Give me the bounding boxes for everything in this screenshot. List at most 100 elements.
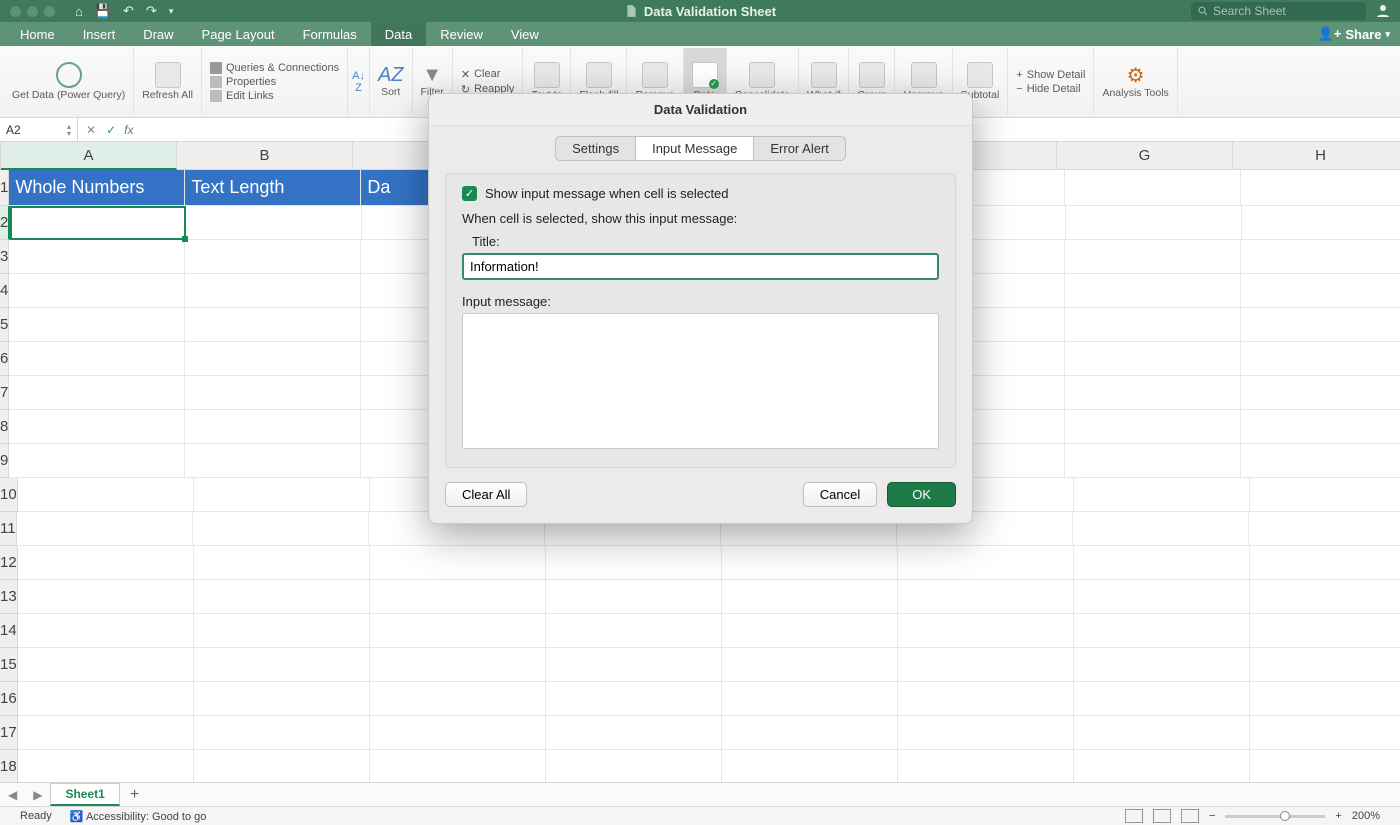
cell[interactable] [10,206,186,240]
ribbon-hide-detail[interactable]: −Hide Detail [1016,82,1080,96]
sheet-nav-next[interactable]: ▶ [25,788,50,802]
cell[interactable] [1250,750,1400,784]
cell[interactable] [1065,444,1241,478]
cell[interactable] [193,512,369,546]
cell[interactable] [1241,342,1400,376]
cell[interactable] [1074,716,1250,750]
cell[interactable] [722,614,898,648]
column-header[interactable]: B [177,142,353,170]
cell[interactable] [185,274,361,308]
cell[interactable] [722,648,898,682]
row-header[interactable]: 18 [0,750,18,784]
row-header[interactable]: 5 [0,308,9,342]
ribbon-clear[interactable]: ✕Clear [461,67,501,82]
cell[interactable] [17,512,193,546]
tab-formulas[interactable]: Formulas [289,22,371,46]
user-avatar-icon[interactable] [1374,2,1392,20]
cell[interactable] [186,206,362,240]
input-message-textarea[interactable] [462,313,939,449]
cell[interactable] [1241,308,1400,342]
cell[interactable] [1250,716,1400,750]
view-normal-icon[interactable] [1125,809,1143,823]
cell[interactable] [722,750,898,784]
row-header[interactable]: 14 [0,614,18,648]
redo-icon[interactable]: ↷ [146,3,157,19]
row-header[interactable]: 11 [0,512,17,546]
row-header[interactable]: 7 [0,376,9,410]
ok-button[interactable]: OK [887,482,956,507]
column-header[interactable]: A [1,142,177,170]
cell[interactable] [1241,274,1400,308]
cell[interactable] [1074,614,1250,648]
tab-draw[interactable]: Draw [129,22,187,46]
cell[interactable] [18,648,194,682]
cell[interactable]: Whole Numbers [9,170,185,206]
cell[interactable] [1074,648,1250,682]
cell[interactable] [370,750,546,784]
cell[interactable] [898,648,1074,682]
cell[interactable] [546,750,722,784]
cell[interactable] [9,376,185,410]
cell[interactable] [194,682,370,716]
ribbon-queries[interactable]: Queries & Connections [210,61,339,75]
row-header[interactable]: 6 [0,342,9,376]
caret-icon[interactable]: ▾ [169,6,174,17]
cell[interactable] [546,682,722,716]
cell[interactable] [194,580,370,614]
cell[interactable] [898,614,1074,648]
cell[interactable] [9,444,185,478]
home-icon[interactable]: ⌂ [75,4,83,19]
ribbon-show-detail[interactable]: +Show Detail [1016,68,1085,82]
row-header[interactable]: 13 [0,580,18,614]
zoom-level[interactable]: 200% [1352,810,1380,822]
cell[interactable] [1066,206,1242,240]
show-input-message-checkbox[interactable]: ✓ Show input message when cell is select… [462,186,939,201]
cell[interactable] [1241,240,1400,274]
cancel-button[interactable]: Cancel [803,482,877,507]
dialog-tab-input-message[interactable]: Input Message [636,137,754,160]
cell[interactable] [18,478,194,512]
row-header[interactable]: 12 [0,546,18,580]
cell[interactable] [194,478,370,512]
cell[interactable] [546,546,722,580]
cell[interactable] [1074,682,1250,716]
view-page-layout-icon[interactable] [1153,809,1171,823]
clear-all-button[interactable]: Clear All [445,482,527,507]
row-header[interactable]: 10 [0,478,18,512]
row-header[interactable]: 16 [0,682,18,716]
ribbon-refresh-all[interactable]: Refresh All [134,48,202,115]
cell[interactable]: Text Length [185,170,361,206]
row-header[interactable]: 8 [0,410,9,444]
cell[interactable] [194,546,370,580]
cell[interactable] [370,716,546,750]
cell[interactable] [1065,308,1241,342]
view-page-break-icon[interactable] [1181,809,1199,823]
cell[interactable] [9,342,185,376]
cell[interactable] [9,410,185,444]
cell[interactable] [185,308,361,342]
name-box[interactable]: A2▴▾ [0,118,78,141]
tab-insert[interactable]: Insert [69,22,130,46]
column-header[interactable]: G [1057,142,1233,170]
add-sheet-button[interactable]: + [120,786,149,804]
cell[interactable] [370,614,546,648]
cell[interactable] [1065,376,1241,410]
cell[interactable] [1065,170,1241,206]
cell[interactable] [1065,410,1241,444]
cell[interactable] [185,410,361,444]
cell[interactable] [18,682,194,716]
cell[interactable] [370,546,546,580]
cell[interactable] [898,546,1074,580]
ribbon-analysis[interactable]: ⚙Analysis Tools [1094,48,1177,115]
cell[interactable] [194,614,370,648]
cell[interactable] [898,716,1074,750]
tab-home[interactable]: Home [6,22,69,46]
cell[interactable] [185,342,361,376]
row-header[interactable]: 1 [0,170,9,206]
cell[interactable] [1250,682,1400,716]
cell[interactable] [1241,376,1400,410]
cell[interactable] [1065,240,1241,274]
cell[interactable] [1074,546,1250,580]
cell[interactable] [1250,580,1400,614]
cell[interactable] [185,376,361,410]
